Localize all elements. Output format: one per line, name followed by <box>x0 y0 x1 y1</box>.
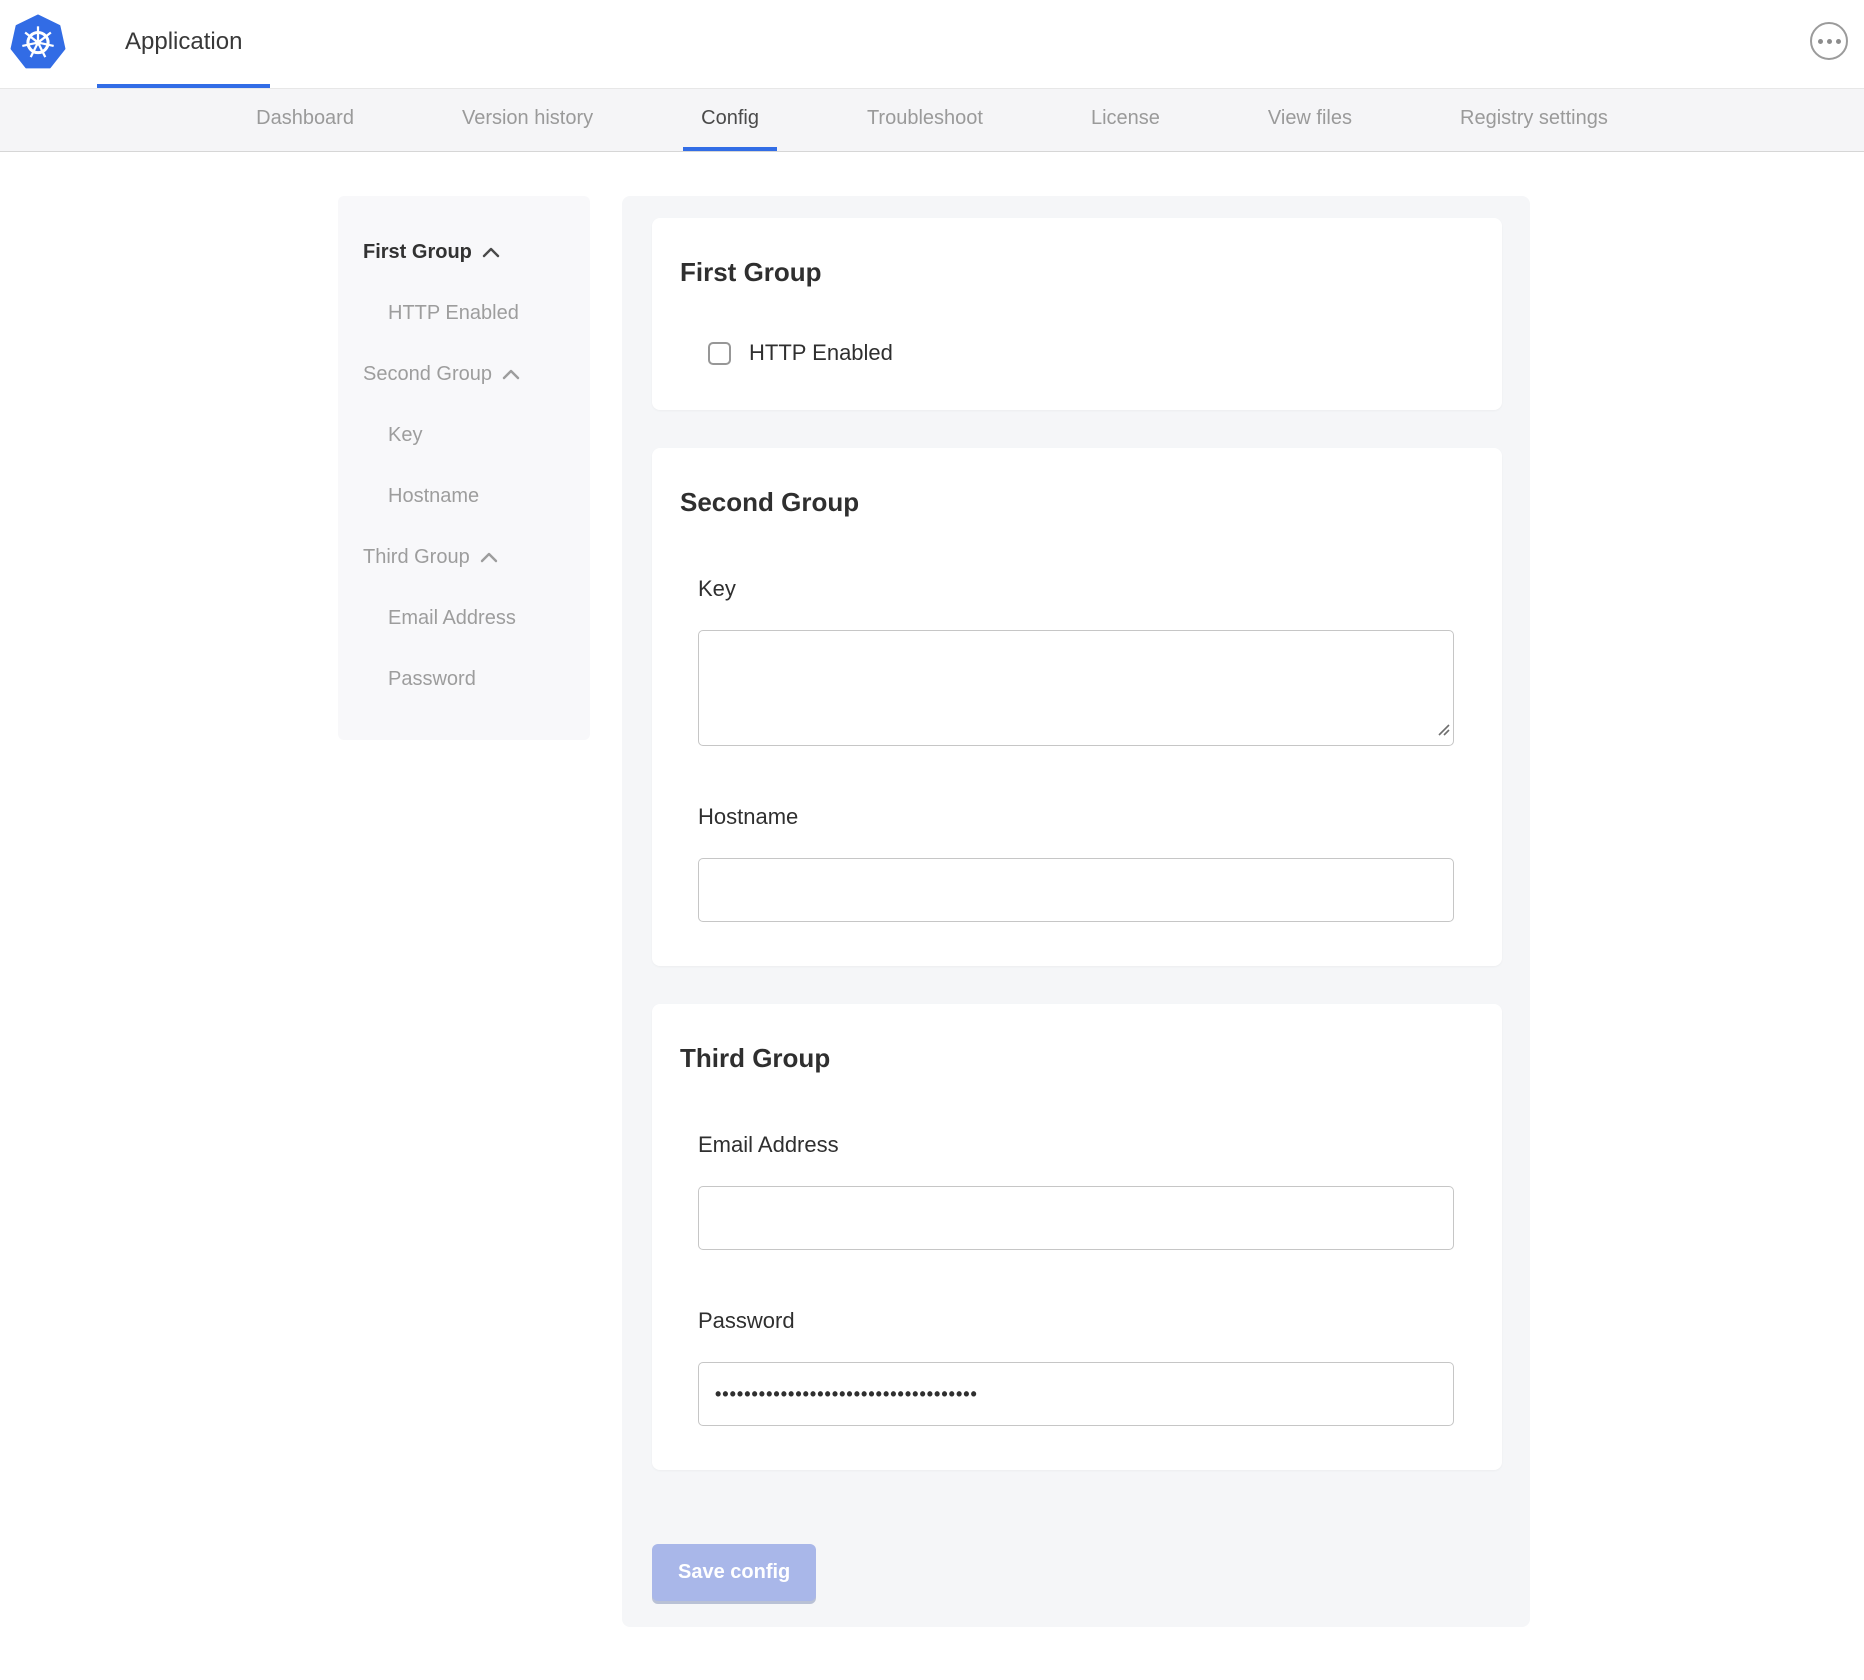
email-address-input[interactable] <box>698 1186 1454 1250</box>
http-enabled-field: HTTP Enabled <box>708 340 1458 366</box>
email-address-label: Email Address <box>698 1132 1458 1158</box>
password-input[interactable] <box>698 1362 1454 1426</box>
key-label: Key <box>698 576 1458 602</box>
chevron-up-icon <box>480 552 498 563</box>
tab-registry-settings[interactable]: Registry settings <box>1442 89 1626 151</box>
app-title-tab[interactable]: Application <box>97 0 270 88</box>
config-page: First Group HTTP Enabled Second Group Ke… <box>0 152 1864 1627</box>
sidebar-group-third-group[interactable]: Third Group <box>363 527 572 588</box>
tab-view-files[interactable]: View files <box>1250 89 1370 151</box>
sidebar-group-second-group[interactable]: Second Group <box>363 344 572 405</box>
save-config-button[interactable]: Save config <box>652 1544 816 1601</box>
hostname-label: Hostname <box>698 804 1458 830</box>
config-group-third: Third Group Email Address Password <box>652 1004 1502 1470</box>
app-header: Application <box>0 0 1864 88</box>
more-menu-button[interactable] <box>1810 22 1848 60</box>
tab-troubleshoot[interactable]: Troubleshoot <box>849 89 1001 151</box>
sidebar-item-http-enabled[interactable]: HTTP Enabled <box>363 283 572 344</box>
key-textarea[interactable] <box>698 630 1454 746</box>
ellipsis-icon <box>1818 39 1823 44</box>
http-enabled-checkbox[interactable] <box>708 342 731 365</box>
main-nav-tabs: Dashboard Version history Config Trouble… <box>0 88 1864 152</box>
http-enabled-label[interactable]: HTTP Enabled <box>749 340 893 366</box>
group-title: Third Group <box>680 1043 1458 1074</box>
config-group-first: First Group HTTP Enabled <box>652 218 1502 410</box>
chevron-up-icon <box>482 247 500 258</box>
config-sidebar: First Group HTTP Enabled Second Group Ke… <box>338 196 590 740</box>
sidebar-item-hostname[interactable]: Hostname <box>363 466 572 527</box>
sidebar-item-key[interactable]: Key <box>363 405 572 466</box>
config-form-panel: First Group HTTP Enabled Second Group Ke… <box>622 196 1530 1627</box>
tab-dashboard[interactable]: Dashboard <box>238 89 372 151</box>
tab-config[interactable]: Config <box>683 89 777 151</box>
sidebar-group-first-group[interactable]: First Group <box>363 222 572 283</box>
tab-version-history[interactable]: Version history <box>444 89 611 151</box>
chevron-up-icon <box>502 369 520 380</box>
kubernetes-logo-icon <box>10 14 66 70</box>
sidebar-item-password[interactable]: Password <box>363 649 572 710</box>
tab-license[interactable]: License <box>1073 89 1178 151</box>
group-title: Second Group <box>680 487 1458 518</box>
group-title: First Group <box>680 257 1458 288</box>
sidebar-item-email-address[interactable]: Email Address <box>363 588 572 649</box>
config-group-second: Second Group Key Hostname <box>652 448 1502 966</box>
password-label: Password <box>698 1308 1458 1334</box>
hostname-input[interactable] <box>698 858 1454 922</box>
